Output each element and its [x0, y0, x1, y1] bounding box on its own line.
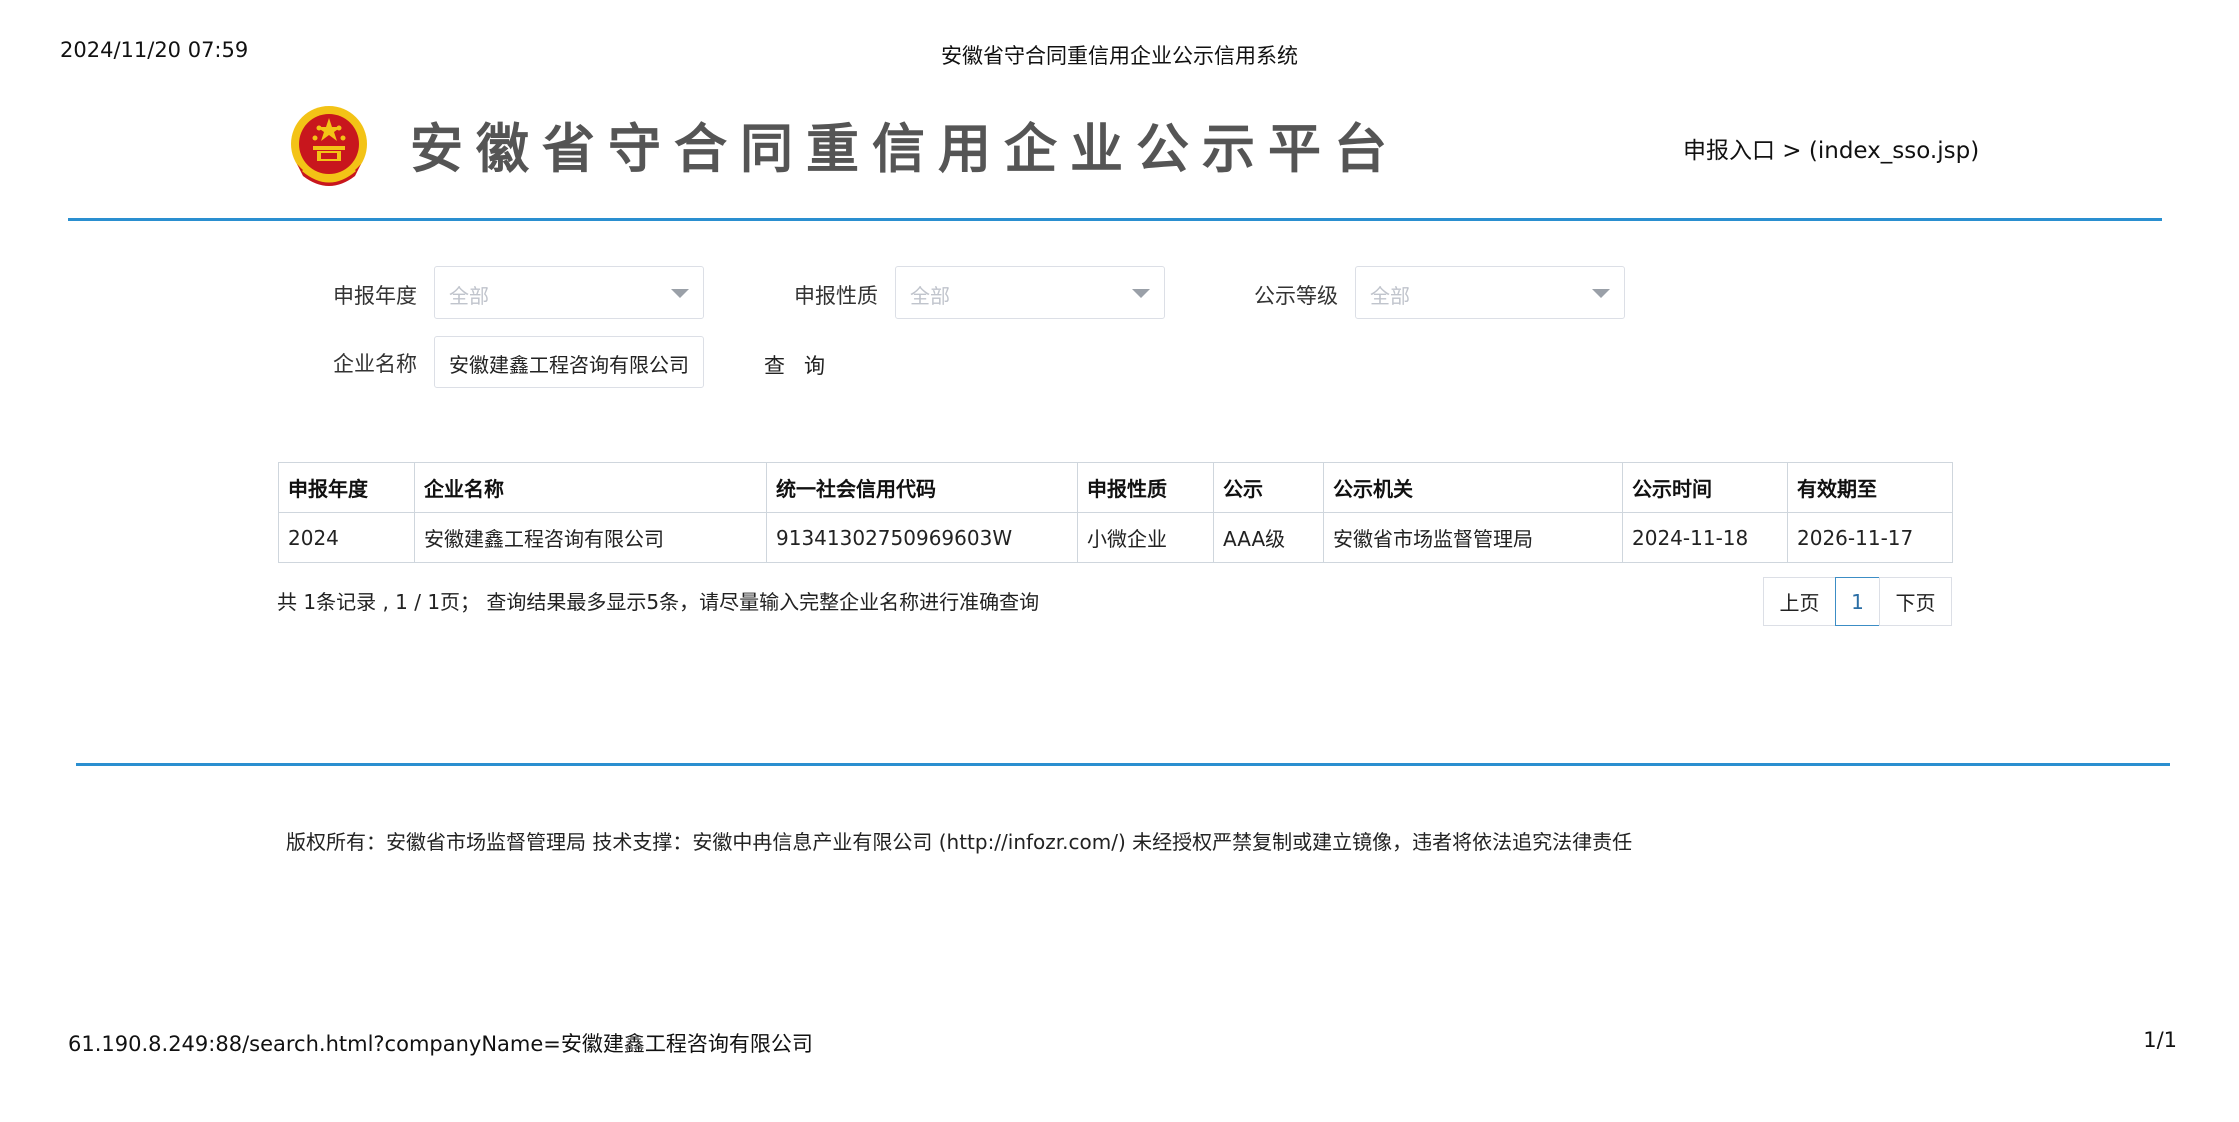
level-select-value: 全部	[1370, 284, 1410, 308]
header-divider	[68, 218, 2162, 221]
cell-valid-until: 2026-11-17	[1787, 512, 1953, 563]
print-page-number: 1/1	[2143, 1028, 2177, 1052]
column-header-nature: 申报性质	[1077, 462, 1214, 513]
results-table: 申报年度 企业名称 统一社会信用代码 申报性质 公示 公示机关 公示时间 有效期…	[278, 462, 1953, 563]
chevron-down-icon	[1592, 289, 1610, 298]
table-row: 2024 安徽建鑫工程咨询有限公司 91341302750969603W 小微企…	[278, 512, 1953, 563]
year-select-value: 全部	[449, 284, 489, 308]
column-header-authority: 公示机关	[1323, 462, 1623, 513]
query-button[interactable]: 查询	[764, 350, 844, 380]
cell-company: 安徽建鑫工程咨询有限公司	[414, 512, 767, 563]
pagination: 上页 1 下页	[1763, 577, 1952, 626]
nature-select[interactable]: 全部	[895, 266, 1165, 319]
cell-level: AAA级	[1213, 512, 1324, 563]
site-title: 安徽省守合同重信用企业公示平台	[410, 119, 1400, 180]
year-select[interactable]: 全部	[434, 266, 704, 319]
report-entry-link[interactable]: 申报入口 > (index_sso.jsp)	[1683, 131, 1979, 165]
page-number-button[interactable]: 1	[1835, 577, 1880, 626]
cell-nature: 小微企业	[1077, 512, 1214, 563]
level-filter-label: 公示等级	[1254, 284, 1338, 308]
next-page-button[interactable]: 下页	[1879, 577, 1952, 626]
footer-divider	[76, 763, 2170, 766]
company-filter-label: 企业名称	[333, 352, 417, 376]
table-header-row: 申报年度 企业名称 统一社会信用代码 申报性质 公示 公示机关 公示时间 有效期…	[278, 462, 1953, 513]
national-emblem-icon	[291, 106, 367, 186]
nature-select-value: 全部	[910, 284, 950, 308]
cell-authority: 安徽省市场监督管理局	[1323, 512, 1623, 563]
column-header-company: 企业名称	[414, 462, 767, 513]
print-document-title: 安徽省守合同重信用企业公示信用系统	[941, 44, 1298, 68]
level-select[interactable]: 全部	[1355, 266, 1625, 319]
nature-filter-label: 申报性质	[794, 284, 878, 308]
chevron-down-icon	[1132, 289, 1150, 298]
cell-credit-code: 91341302750969603W	[766, 512, 1078, 563]
year-filter-label: 申报年度	[333, 284, 417, 308]
column-header-level: 公示	[1213, 462, 1324, 513]
column-header-credit-code: 统一社会信用代码	[766, 462, 1078, 513]
column-header-year: 申报年度	[278, 462, 415, 513]
results-summary: 共 1条记录 , 1 / 1页； 查询结果最多显示5条，请尽量输入完整企业名称进…	[277, 590, 1040, 614]
chevron-down-icon	[671, 289, 689, 298]
cell-publish-date: 2024-11-18	[1622, 512, 1788, 563]
copyright-notice: 版权所有：安徽省市场监督管理局 技术支撑：安徽中冉信息产业有限公司 (http:…	[286, 830, 1633, 854]
print-url: 61.190.8.249:88/search.html?companyName=…	[68, 1032, 813, 1056]
column-header-publish-date: 公示时间	[1622, 462, 1788, 513]
column-header-valid-until: 有效期至	[1787, 462, 1953, 513]
prev-page-button[interactable]: 上页	[1763, 577, 1836, 626]
cell-year: 2024	[278, 512, 415, 563]
company-name-input[interactable]: 安徽建鑫工程咨询有限公司	[434, 336, 704, 388]
